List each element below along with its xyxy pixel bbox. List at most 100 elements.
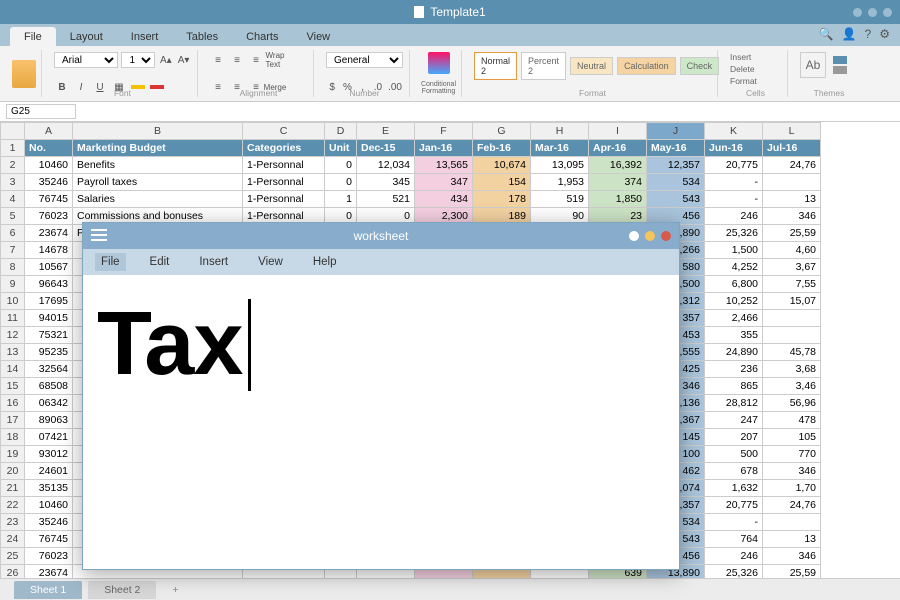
header-cell[interactable]: Unit [325,140,357,157]
cell[interactable] [763,310,821,327]
theme-fonts-icon[interactable] [833,66,847,74]
editor-close[interactable] [661,231,671,241]
cell[interactable]: 93012 [25,446,73,463]
cell[interactable]: 3,68 [763,361,821,378]
cell[interactable]: 10567 [25,259,73,276]
row-header[interactable]: 23 [1,514,25,531]
row-header[interactable]: 9 [1,276,25,293]
cell[interactable]: 17695 [25,293,73,310]
row-header[interactable]: 11 [1,310,25,327]
themes-button[interactable]: Ab [800,52,826,78]
increase-font-icon[interactable]: A▴ [158,52,173,68]
col-header[interactable]: F [415,123,473,140]
cell[interactable]: 24601 [25,463,73,480]
col-header[interactable]: D [325,123,357,140]
cell[interactable]: 6,800 [705,276,763,293]
cell[interactable]: 25,326 [705,565,763,579]
col-header[interactable]: J [647,123,705,140]
cell[interactable]: - [705,174,763,191]
cell[interactable]: 1,70 [763,480,821,497]
cell[interactable] [763,174,821,191]
row-header[interactable]: 4 [1,191,25,208]
style-normal[interactable]: Normal 2 [474,52,517,80]
cell[interactable]: 543 [647,191,705,208]
tab-insert[interactable]: Insert [117,27,173,46]
cell[interactable]: 434 [415,191,473,208]
cell[interactable]: 1,850 [589,191,647,208]
row-header[interactable]: 6 [1,225,25,242]
cell[interactable]: 13 [763,191,821,208]
settings-icon[interactable]: ⚙ [879,27,890,41]
cell[interactable]: 1-Personnal [243,191,325,208]
row-header[interactable]: 19 [1,446,25,463]
cell[interactable]: 76745 [25,191,73,208]
header-cell[interactable]: Mar-16 [531,140,589,157]
cell[interactable]: 25,59 [763,565,821,579]
cell[interactable] [763,514,821,531]
editor-maximize[interactable] [645,231,655,241]
cell[interactable]: 06342 [25,395,73,412]
row-header[interactable]: 22 [1,497,25,514]
cell[interactable]: - [705,191,763,208]
cell[interactable]: 178 [473,191,531,208]
cell[interactable]: 207 [705,429,763,446]
tab-tables[interactable]: Tables [172,27,232,46]
col-header[interactable] [1,123,25,140]
header-cell[interactable]: Dec-15 [357,140,415,157]
cell[interactable]: 4,60 [763,242,821,259]
cell[interactable]: 7,55 [763,276,821,293]
cell[interactable]: 534 [647,174,705,191]
cell[interactable]: 374 [589,174,647,191]
cell[interactable]: 24,76 [763,497,821,514]
row-header[interactable]: 15 [1,378,25,395]
help-icon[interactable]: ? [865,27,872,41]
hamburger-icon[interactable] [91,229,107,241]
cell[interactable]: 75321 [25,327,73,344]
cell[interactable]: - [705,514,763,531]
cell[interactable]: 246 [705,548,763,565]
row-header[interactable]: 14 [1,361,25,378]
cell[interactable]: 3,67 [763,259,821,276]
editor-menu-help[interactable]: Help [307,253,343,271]
cell[interactable]: 105 [763,429,821,446]
name-box[interactable] [6,104,76,119]
cell[interactable]: 865 [705,378,763,395]
cell[interactable]: 1,500 [705,242,763,259]
conditional-formatting-icon[interactable] [428,52,450,74]
row-header[interactable]: 1 [1,140,25,157]
cell[interactable]: 1 [325,191,357,208]
cell[interactable]: Salaries [73,191,243,208]
insert-cells-button[interactable]: Insert [730,52,751,62]
cell[interactable]: Payroll taxes [73,174,243,191]
header-cell[interactable]: Feb-16 [473,140,531,157]
align-top-icon[interactable]: ≡ [210,52,226,68]
cell[interactable]: 35246 [25,514,73,531]
cell[interactable]: 1,953 [531,174,589,191]
cell[interactable] [763,327,821,344]
font-size-select[interactable]: 16 [121,52,155,68]
cell[interactable]: 24,890 [705,344,763,361]
cell[interactable]: 96643 [25,276,73,293]
tab-layout[interactable]: Layout [56,27,117,46]
cell[interactable]: 45,78 [763,344,821,361]
paste-icon[interactable] [12,60,36,88]
col-header[interactable]: K [705,123,763,140]
style-percent[interactable]: Percent 2 [521,52,566,80]
row-header[interactable]: 3 [1,174,25,191]
cell[interactable]: 1-Personnal [243,157,325,174]
row-header[interactable]: 26 [1,565,25,579]
editor-body[interactable]: Tax [83,275,679,569]
cell[interactable]: 23674 [25,565,73,579]
col-header[interactable]: A [25,123,73,140]
cell[interactable]: 16,392 [589,157,647,174]
cell[interactable]: 10,252 [705,293,763,310]
col-header[interactable]: I [589,123,647,140]
number-format-select[interactable]: General [326,52,403,68]
tab-file[interactable]: File [10,27,56,46]
cell[interactable]: 14678 [25,242,73,259]
cell[interactable]: 521 [357,191,415,208]
cell[interactable]: 28,812 [705,395,763,412]
row-header[interactable]: 21 [1,480,25,497]
cell[interactable]: 95235 [25,344,73,361]
header-cell[interactable]: Apr-16 [589,140,647,157]
